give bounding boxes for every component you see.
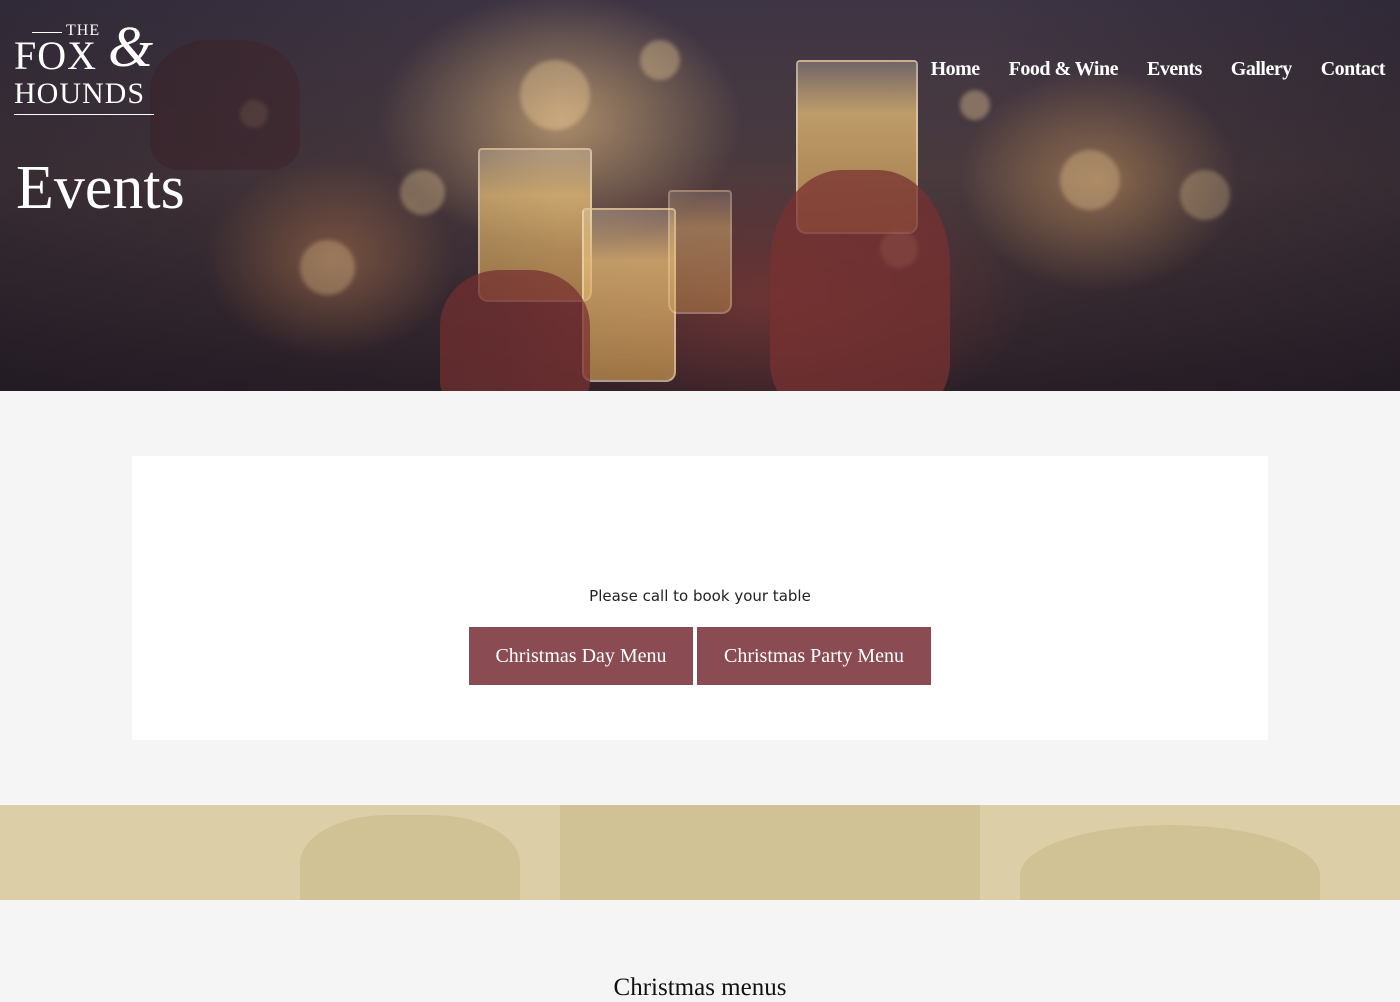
site-logo[interactable]: THE FOX & HOUNDS <box>14 14 159 118</box>
main-nav: Home Food & Wine Events Gallery Contact <box>931 58 1386 81</box>
hero-banner: THE FOX & HOUNDS Home Food & Wine Events… <box>0 0 1400 391</box>
page-title: Events <box>16 154 185 222</box>
section-subtext: Please call to book your table <box>589 587 811 605</box>
logo-rule <box>14 114 154 115</box>
christmas-party-menu-button[interactable]: Christmas Party Menu <box>697 627 931 685</box>
nav-food-wine[interactable]: Food & Wine <box>1009 58 1119 81</box>
christmas-day-menu-button[interactable]: Christmas Day Menu <box>469 627 693 685</box>
nav-gallery[interactable]: Gallery <box>1231 58 1292 81</box>
section-heading: Christmas menus <box>613 974 787 1001</box>
logo-ampersand: & <box>108 14 154 79</box>
background-shape <box>1020 825 1320 900</box>
logo-fox: FOX <box>14 33 98 78</box>
logo-hounds: HOUNDS <box>14 77 146 110</box>
background-shape <box>300 815 520 900</box>
nav-contact[interactable]: Contact <box>1321 58 1386 81</box>
footer-image-band <box>0 805 1400 900</box>
background-shape <box>560 805 980 900</box>
menu-buttons: Christmas Day Menu Christmas Party Menu <box>469 627 931 685</box>
christmas-menus-card: Christmas menus Please call to book your… <box>132 456 1268 1001</box>
nav-home[interactable]: Home <box>931 58 981 81</box>
nav-events[interactable]: Events <box>1147 58 1202 81</box>
